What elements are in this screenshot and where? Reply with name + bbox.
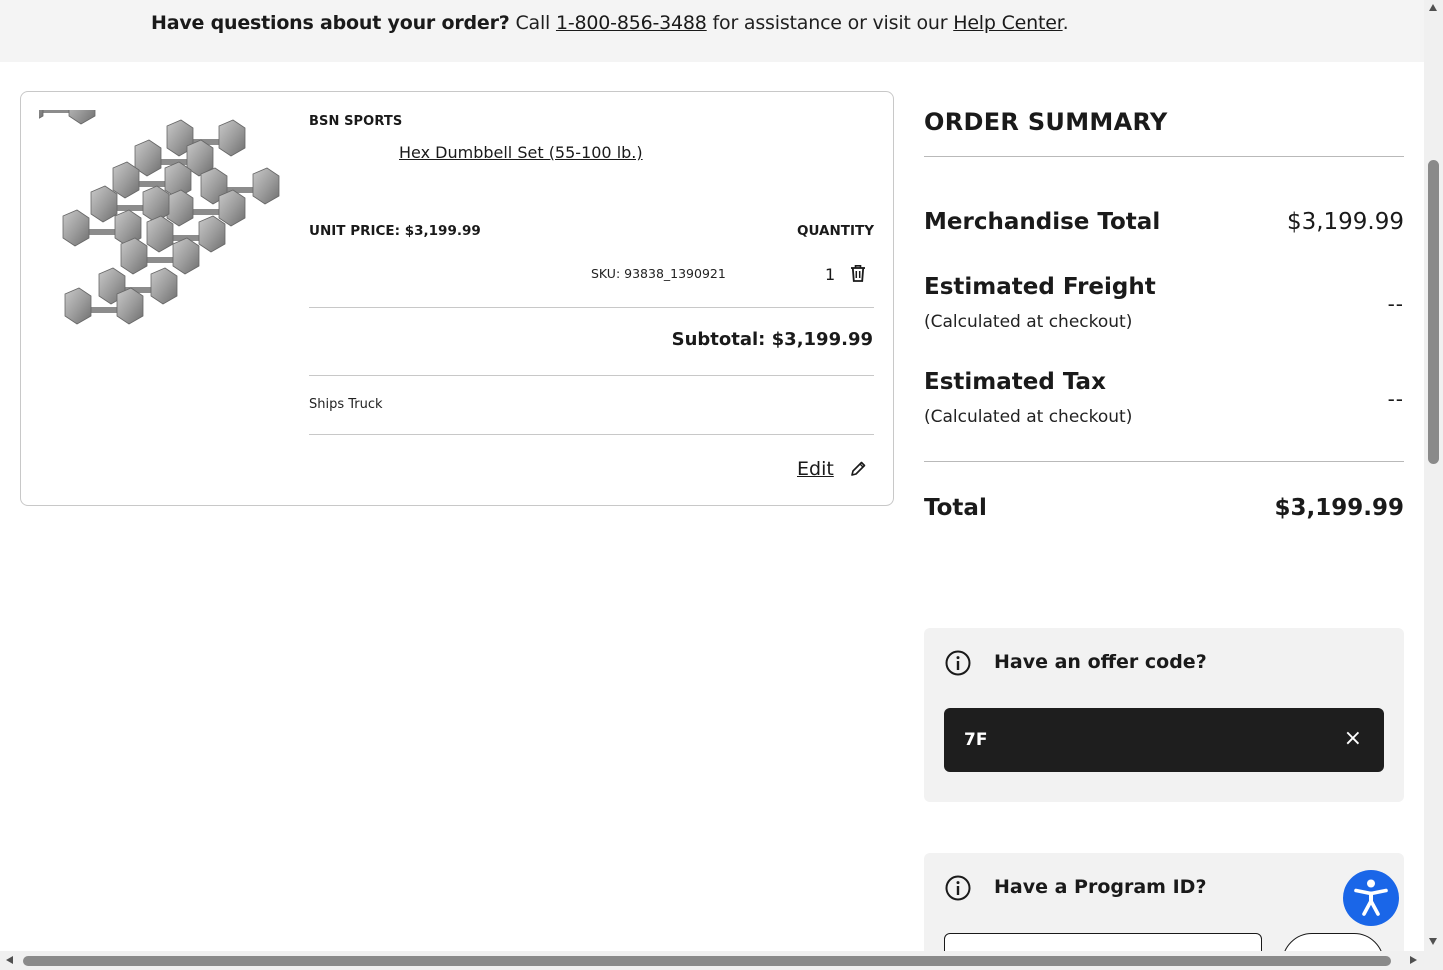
accessibility-button[interactable]	[1343, 870, 1399, 926]
program-id-panel: Have a Program ID?	[924, 853, 1404, 951]
scroll-down-arrow-icon[interactable]	[1429, 938, 1437, 945]
info-icon	[945, 650, 971, 676]
summary-divider	[924, 156, 1404, 157]
item-subtotal: Subtotal: $3,199.99	[671, 329, 873, 350]
offer-code-text: 7F	[964, 730, 988, 750]
help-center-link[interactable]: Help Center	[953, 12, 1063, 34]
program-id-apply-button[interactable]	[1282, 933, 1384, 951]
freight-value: --	[1387, 292, 1404, 316]
help-text: Have questions about your order? Call 1-…	[151, 12, 1069, 34]
pencil-icon[interactable]	[849, 460, 867, 478]
merchandise-total-value: $3,199.99	[1286, 209, 1404, 235]
close-icon[interactable]: ×	[1344, 727, 1362, 751]
program-id-input[interactable]	[944, 933, 1262, 951]
help-banner: Have questions about your order? Call 1-…	[0, 0, 1424, 62]
program-id-title: Have a Program ID?	[994, 876, 1207, 898]
vertical-scrollbar[interactable]	[1424, 0, 1443, 951]
quantity-value[interactable]: 1	[825, 265, 835, 284]
unit-price: UNIT PRICE: $3,199.99	[309, 223, 481, 239]
vertical-scroll-thumb[interactable]	[1428, 160, 1439, 464]
item-divider	[309, 307, 874, 308]
accessibility-icon	[1354, 879, 1388, 916]
summary-divider	[924, 461, 1404, 462]
product-image[interactable]	[39, 110, 281, 350]
merchandise-total-label: Merchandise Total	[924, 209, 1161, 235]
sku-text: SKU: 93838_1390921	[591, 266, 726, 281]
estimated-tax-label: Estimated Tax	[924, 369, 1106, 395]
item-divider	[309, 375, 874, 376]
cart-item-card: BSN SPORTS Hex Dumbbell Set (55-100 lb.)…	[20, 91, 894, 506]
scroll-up-arrow-icon[interactable]	[1429, 4, 1437, 11]
offer-code-panel: Have an offer code? 7F ×	[924, 628, 1404, 802]
shipping-method: Ships Truck	[309, 397, 383, 412]
scroll-left-arrow-icon[interactable]	[6, 956, 13, 964]
item-divider	[309, 434, 874, 435]
help-call: Call	[515, 12, 551, 34]
estimated-freight-label: Estimated Freight	[924, 274, 1156, 300]
edit-item-link[interactable]: Edit	[797, 458, 834, 480]
applied-offer-code: 7F ×	[944, 708, 1384, 772]
trash-icon[interactable]	[849, 263, 867, 283]
help-middle: for assistance or visit our	[712, 12, 948, 34]
offer-code-title: Have an offer code?	[994, 651, 1207, 673]
total-label: Total	[924, 495, 987, 521]
freight-note: (Calculated at checkout)	[924, 312, 1133, 332]
horizontal-scroll-thumb[interactable]	[23, 956, 1391, 966]
product-brand: BSN SPORTS	[309, 114, 403, 129]
order-summary-title: ORDER SUMMARY	[924, 108, 1168, 136]
quantity-label: QUANTITY	[797, 223, 874, 239]
phone-link[interactable]: 1-800-856-3488	[556, 12, 707, 34]
help-end: .	[1062, 12, 1069, 34]
tax-value: --	[1387, 387, 1404, 411]
info-icon	[945, 875, 971, 901]
product-name-link[interactable]: Hex Dumbbell Set (55-100 lb.)	[399, 143, 643, 162]
page-viewport: Have questions about your order? Call 1-…	[0, 0, 1424, 951]
help-question: Have questions about your order?	[151, 12, 510, 34]
scroll-right-arrow-icon[interactable]	[1410, 956, 1417, 964]
tax-note: (Calculated at checkout)	[924, 407, 1133, 427]
horizontal-scrollbar[interactable]	[0, 951, 1443, 970]
unit-price-label: UNIT PRICE:	[309, 223, 401, 239]
total-value: $3,199.99	[1274, 495, 1405, 521]
unit-price-value: $3,199.99	[404, 223, 481, 239]
